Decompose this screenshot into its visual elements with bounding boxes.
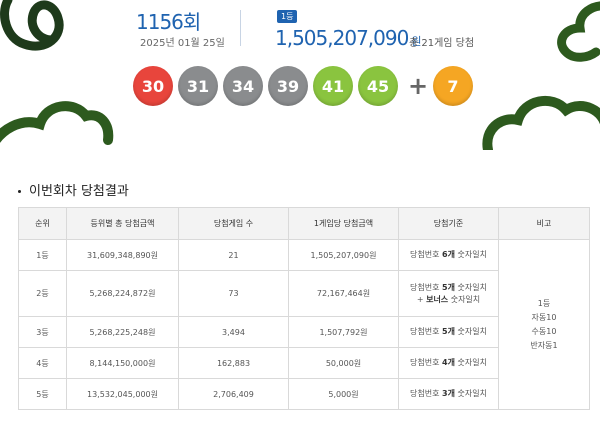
total-winning-games: 총 21게임 당첨 (409, 38, 475, 49)
criteria-prefix: 당첨번호 (410, 327, 443, 336)
winning-number-ball: 34 (223, 66, 263, 106)
cell-games: 73 (178, 270, 289, 317)
first-prize-amount: 1,505,207,090 원 (275, 26, 421, 50)
cell-criteria: 당첨번호 5개 숫자일치 (398, 316, 499, 348)
cell-criteria: 당첨번호 5개 숫자일치 + 보너스 숫자일치 (398, 270, 499, 317)
bonus-number-ball: 7 (433, 66, 473, 106)
cell-criteria: 당첨번호 4개 숫자일치 (398, 347, 499, 379)
draw-date: 2025년 01월 25일 (140, 38, 225, 49)
criteria-suffix: 숫자일치 (454, 282, 487, 292)
bottom-left-cloud (0, 101, 114, 145)
cell-games: 2,706,409 (178, 378, 289, 410)
criteria-prefix: 당첨번호 (410, 389, 443, 398)
criteria-suffix: 숫자일치 (454, 250, 487, 259)
remark-line: 1등 (537, 298, 551, 308)
top-left-swirl (0, 0, 64, 51)
cell-rank: 3등 (18, 316, 67, 348)
header-criteria: 당첨기준 (398, 207, 499, 240)
header-winning-games: 당첨게임 수 (178, 207, 289, 240)
cell-per-game: 1,507,792원 (288, 316, 399, 348)
cell-criteria: 당첨번호 3개 숫자일치 (398, 378, 499, 410)
header-divider (240, 10, 241, 46)
header-remarks: 비고 (498, 207, 590, 240)
cell-rank: 5등 (18, 378, 67, 410)
winning-number-ball: 31 (178, 66, 218, 106)
bullet-icon (18, 190, 21, 193)
cell-per-game: 5,000원 (288, 378, 399, 410)
cell-per-game: 1,505,207,090원 (288, 239, 399, 271)
cell-games: 3,494 (178, 316, 289, 348)
cell-rank: 1등 (18, 239, 67, 271)
first-prize-badge: 1등 (277, 10, 298, 23)
criteria-count: 4개 (442, 358, 455, 367)
header-rank: 순위 (18, 207, 67, 240)
winning-numbers: 30 31 34 39 41 45 + 7 (133, 66, 478, 106)
remark-line: 수동10 (531, 326, 557, 336)
cell-per-game: 50,000원 (288, 347, 399, 379)
cell-games: 162,883 (178, 347, 289, 379)
winning-number-ball: 45 (358, 66, 398, 106)
right-cloud (557, 1, 600, 62)
criteria-count: 3개 (442, 389, 455, 398)
criteria-prefix: 당첨번호 (410, 250, 443, 259)
criteria-suffix: 숫자일치 (454, 389, 487, 398)
header-total-prize: 등위별 총 당첨금액 (66, 207, 179, 240)
cell-criteria: 당첨번호 6개 숫자일치 (398, 239, 499, 271)
bottom-right-cloud (482, 96, 600, 150)
criteria-count: 6개 (442, 250, 455, 259)
remark-line: 반자동1 (530, 340, 558, 350)
round-number: 1156회 (136, 10, 201, 34)
criteria-count: 5개 (442, 327, 455, 336)
criteria-suffix: 숫자일치 (454, 358, 487, 367)
table-row: 1등 31,609,348,890원 21 1,505,207,090원 당첨번… (18, 239, 590, 410)
cell-total: 31,609,348,890원 (66, 239, 179, 271)
header-prize-per-game: 1게임당 당첨금액 (288, 207, 399, 240)
winning-number-ball: 41 (313, 66, 353, 106)
results-table: 순위 등위별 총 당첨금액 당첨게임 수 1게임당 당첨금액 당첨기준 비고 1… (18, 207, 590, 410)
criteria-suffix: 숫자일치 (448, 294, 481, 304)
cell-rank: 4등 (18, 347, 67, 379)
section-title-text: 이번회차 당첨결과 (29, 184, 129, 199)
criteria-suffix: 숫자일치 (454, 327, 487, 336)
criteria-count: 5개 (442, 282, 455, 292)
criteria-prefix: 당첨번호 (410, 358, 443, 367)
criteria-bonus: 보너스 (426, 294, 449, 304)
table-header-row: 순위 등위별 총 당첨금액 당첨게임 수 1게임당 당첨금액 당첨기준 비고 (18, 207, 590, 240)
cell-total: 5,268,224,872원 (66, 270, 179, 317)
winning-number-ball: 39 (268, 66, 308, 106)
cell-rank: 2등 (18, 270, 67, 317)
winning-number-ball: 30 (133, 66, 173, 106)
criteria-prefix: + (416, 294, 427, 304)
cell-total: 5,268,225,248원 (66, 316, 179, 348)
cell-total: 8,144,150,000원 (66, 347, 179, 379)
section-title: 이번회차 당첨결과 (18, 180, 129, 199)
cell-remarks: 1등 자동10 수동10 반자동1 (498, 239, 590, 410)
cell-total: 13,532,045,000원 (66, 378, 179, 410)
criteria-prefix: 당첨번호 (410, 282, 443, 292)
plus-sign: + (407, 72, 429, 100)
cell-per-game: 72,167,464원 (288, 270, 399, 317)
remark-line: 자동10 (531, 312, 557, 322)
cell-games: 21 (178, 239, 289, 271)
first-prize-value: 1,505,207,090 (275, 26, 409, 50)
